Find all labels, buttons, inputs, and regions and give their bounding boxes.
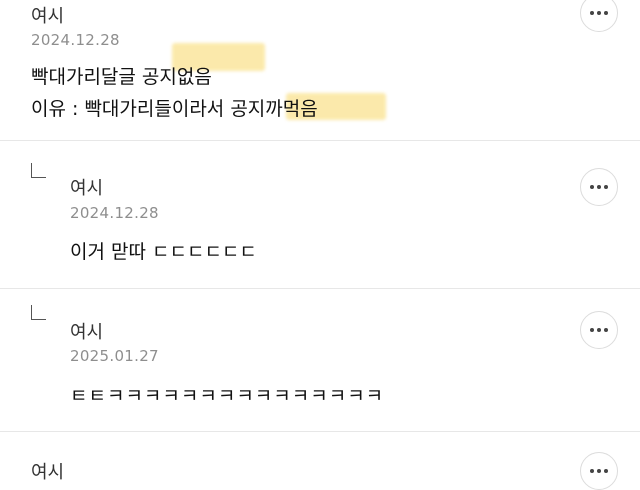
comment-text-line: 이유 : 빡대가리들이라서 공지까먹음: [31, 98, 318, 120]
comment-text-line: 이거 맏따 ㄷㄷㄷㄷㄷㄷ: [70, 241, 257, 263]
more-options-button[interactable]: [580, 168, 618, 206]
reply-item: 여시 2024.12.28 이거 맏따 ㄷㄷㄷㄷㄷㄷ: [0, 141, 640, 288]
reply-arrow-icon: [31, 305, 46, 320]
more-options-button[interactable]: [580, 311, 618, 349]
comment-author: 여시: [70, 178, 104, 199]
more-horizontal-icon: [590, 185, 594, 189]
comment-author: 여시: [70, 322, 104, 343]
comment-text-line: 빡대가리달글 공지없음: [31, 66, 212, 88]
comment-author: 여시: [31, 6, 65, 27]
comment-date: 2024.12.28: [70, 204, 159, 222]
more-horizontal-icon: [590, 328, 594, 332]
reply-item: 여시 2025.01.27 ㅌㅌㅋㅋㅋㅋㅋㅋㅋㅋㅋㅋㅋㅋㅋㅋㅋ: [0, 289, 640, 431]
comment-date: 2025.01.27: [70, 347, 159, 365]
comment-item: 여시: [0, 432, 640, 490]
comment-author: 여시: [31, 462, 65, 483]
more-options-button[interactable]: [580, 0, 618, 32]
more-horizontal-icon: [590, 11, 594, 15]
more-options-button[interactable]: [580, 452, 618, 490]
more-horizontal-icon: [590, 469, 594, 473]
comment-date: 2024.12.28: [31, 31, 120, 49]
reply-arrow-icon: [31, 163, 46, 178]
comment-item: 여시 2024.12.28 빡대가리달글 공지없음 이유 : 빡대가리들이라서 …: [0, 0, 640, 140]
comment-text-line: ㅌㅌㅋㅋㅋㅋㅋㅋㅋㅋㅋㅋㅋㅋㅋㅋㅋ: [70, 385, 385, 407]
